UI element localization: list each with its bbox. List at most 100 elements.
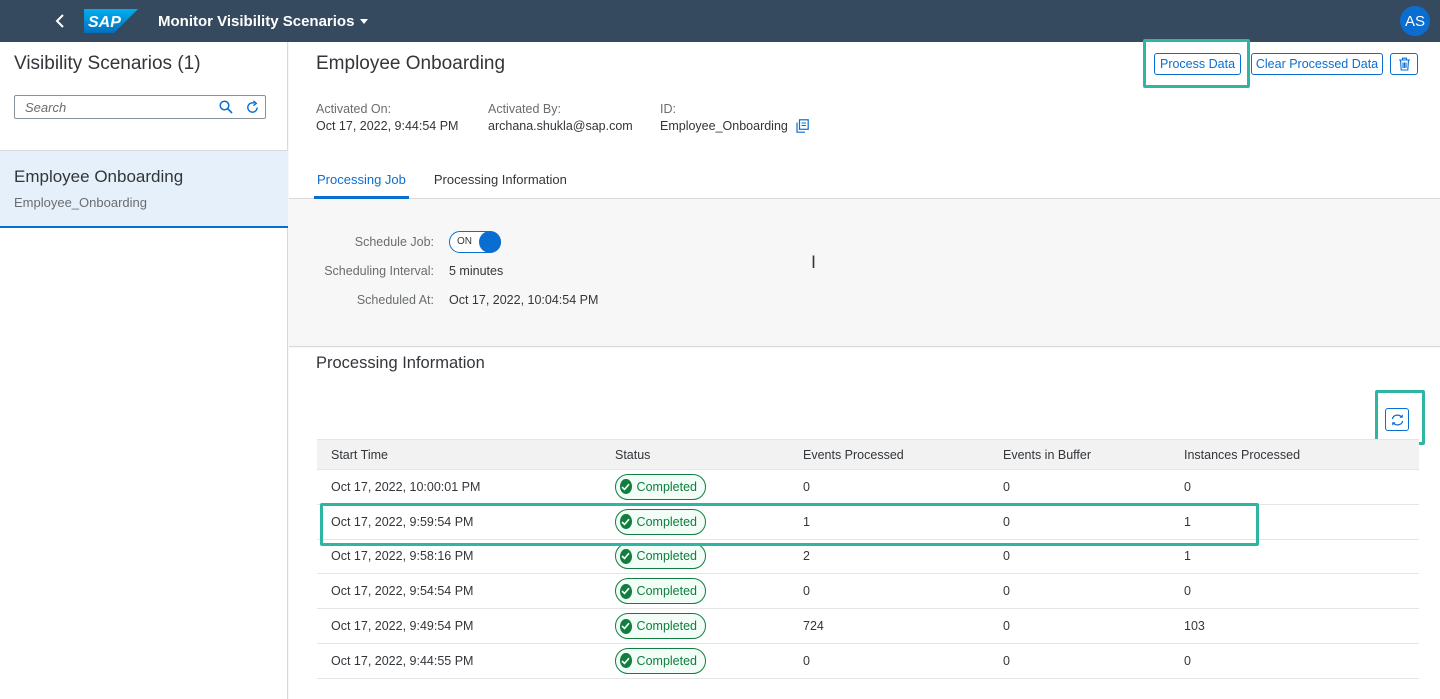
cell-instances-processed: 1 xyxy=(1184,514,1191,529)
switch-handle xyxy=(479,231,501,253)
refresh-table-button[interactable] xyxy=(1385,408,1409,431)
scheduling-interval-label: Scheduling Interval: xyxy=(324,264,434,278)
cell-events-processed: 2 xyxy=(803,549,810,564)
sap-logo[interactable]: SAP xyxy=(84,9,138,33)
check-circle-icon xyxy=(620,479,632,495)
activated-on-label: Activated On: xyxy=(316,102,392,116)
table-row[interactable]: Oct 17, 2022, 9:44:55 PM Completed 0 0 0 xyxy=(317,643,1419,679)
scheduled-at-value: Oct 17, 2022, 10:04:54 PM xyxy=(449,293,599,307)
chevron-left-icon xyxy=(55,14,64,28)
cell-instances-processed: 0 xyxy=(1184,479,1191,494)
search-field xyxy=(14,95,266,119)
cell-events-in-buffer: 0 xyxy=(1003,514,1010,529)
id-label: ID: xyxy=(660,102,676,116)
cell-instances-processed: 0 xyxy=(1184,584,1191,599)
activated-on-value: Oct 17, 2022, 9:44:54 PM xyxy=(316,119,459,133)
cell-events-in-buffer: 0 xyxy=(1003,619,1010,634)
check-circle-icon xyxy=(620,514,632,530)
cell-status: Completed xyxy=(615,613,803,640)
status-badge: Completed xyxy=(615,508,706,535)
table-row[interactable]: Oct 17, 2022, 9:58:16 PM Completed 2 0 1 xyxy=(317,539,1419,575)
table-row[interactable]: Oct 17, 2022, 9:59:54 PM Completed 1 0 1 xyxy=(317,504,1419,540)
cell-instances-processed: 103 xyxy=(1184,619,1205,634)
tab-processing-job[interactable]: Processing Job xyxy=(314,172,409,199)
check-circle-icon xyxy=(620,583,632,599)
status-badge: Completed xyxy=(615,543,706,570)
processing-information-section: Processing Information Start Time Status… xyxy=(289,348,1440,699)
column-events-in-buffer[interactable]: Events in Buffer xyxy=(1003,448,1184,462)
trash-icon xyxy=(1398,57,1410,71)
cell-start-time: Oct 17, 2022, 9:44:55 PM xyxy=(331,653,474,668)
schedule-job-switch[interactable]: ON xyxy=(449,231,501,253)
cell-events-in-buffer: 0 xyxy=(1003,653,1010,668)
id-value-row: Employee_Onboarding xyxy=(660,119,809,133)
clear-processed-data-button[interactable]: Clear Processed Data xyxy=(1251,53,1383,75)
status-text: Completed xyxy=(636,653,697,668)
search-icon[interactable] xyxy=(213,96,239,118)
check-circle-icon xyxy=(620,618,632,634)
processing-table: Start Time Status Events Processed Event… xyxy=(317,439,1419,679)
app-title-menu[interactable]: Monitor Visibility Scenarios xyxy=(158,13,369,30)
processing-job-section: Schedule Job: ON Scheduling Interval: 5 … xyxy=(289,200,1440,347)
table-row[interactable]: Oct 17, 2022, 9:49:54 PM Completed 724 0… xyxy=(317,609,1419,644)
activated-by: Activated By: archana.shukla@sap.com xyxy=(488,102,633,133)
column-events-processed[interactable]: Events Processed xyxy=(803,448,1003,462)
text-cursor-icon: I xyxy=(811,253,817,273)
cell-status: Completed xyxy=(615,578,803,605)
scheduled-at-row: Scheduled At: Oct 17, 2022, 10:04:54 PM xyxy=(289,289,709,311)
delete-button[interactable] xyxy=(1390,53,1418,75)
cell-instances-processed: 0 xyxy=(1184,653,1191,668)
cell-start-time: Oct 17, 2022, 9:49:54 PM xyxy=(331,619,474,634)
cell-events-processed: 0 xyxy=(803,479,810,494)
switch-state-text: ON xyxy=(457,236,472,247)
activated-by-value: archana.shukla@sap.com xyxy=(488,119,633,133)
copy-icon[interactable] xyxy=(796,119,809,133)
activated-by-label: Activated By: xyxy=(488,102,561,116)
cell-status: Completed xyxy=(615,647,803,674)
cell-events-processed: 1 xyxy=(803,514,810,529)
status-text: Completed xyxy=(636,619,697,634)
back-button[interactable] xyxy=(42,3,78,39)
column-instances-processed[interactable]: Instances Processed xyxy=(1184,448,1419,462)
caret-down-icon xyxy=(360,18,369,24)
status-badge: Completed xyxy=(615,578,706,605)
tab-processing-information[interactable]: Processing Information xyxy=(431,172,570,199)
id-value: Employee_Onboarding xyxy=(660,119,788,133)
list-item-employee-onboarding[interactable]: Employee Onboarding Employee_Onboarding xyxy=(0,150,288,228)
cell-start-time: Oct 17, 2022, 9:59:54 PM xyxy=(331,514,474,529)
column-start-time[interactable]: Start Time xyxy=(317,448,615,462)
section-title: Processing Information xyxy=(316,354,485,372)
list-item-title: Employee Onboarding xyxy=(14,167,184,186)
status-badge: Completed xyxy=(615,473,706,500)
cell-start-time: Oct 17, 2022, 10:00:01 PM xyxy=(331,479,481,494)
refresh-icon[interactable] xyxy=(239,96,265,118)
table-header: Start Time Status Events Processed Event… xyxy=(317,439,1419,470)
cell-start-time: Oct 17, 2022, 9:58:16 PM xyxy=(331,549,474,564)
list-item-subtitle: Employee_Onboarding xyxy=(14,195,147,210)
status-text: Completed xyxy=(636,549,697,564)
status-badge: Completed xyxy=(615,647,706,674)
table-row[interactable]: Oct 17, 2022, 9:54:54 PM Completed 0 0 0 xyxy=(317,574,1419,610)
search-input[interactable] xyxy=(25,97,213,117)
cell-status: Completed xyxy=(615,543,803,570)
cell-events-in-buffer: 0 xyxy=(1003,584,1010,599)
table-row[interactable]: Oct 17, 2022, 10:00:01 PM Completed 0 0 … xyxy=(317,470,1419,505)
process-data-button[interactable]: Process Data xyxy=(1154,53,1241,75)
user-avatar[interactable]: AS xyxy=(1400,6,1430,36)
master-pane: Visibility Scenarios (1) Employee Onboar… xyxy=(0,42,288,699)
cell-events-in-buffer: 0 xyxy=(1003,549,1010,564)
scheduling-interval-row: Scheduling Interval: 5 minutes xyxy=(289,260,709,282)
check-circle-icon xyxy=(620,548,632,564)
tab-bar: Processing Job Processing Information xyxy=(314,172,592,199)
refresh-icon xyxy=(1391,414,1403,425)
column-status[interactable]: Status xyxy=(615,448,803,462)
cell-status: Completed xyxy=(615,473,803,500)
schedule-job-row: Schedule Job: ON xyxy=(289,231,709,253)
logo-text: SAP xyxy=(88,14,121,31)
cell-events-in-buffer: 0 xyxy=(1003,479,1010,494)
shell-bar: SAP Monitor Visibility Scenarios AS xyxy=(0,0,1440,42)
activated-on: Activated On: Oct 17, 2022, 9:44:54 PM xyxy=(316,102,458,133)
status-text: Completed xyxy=(636,479,697,494)
object-title: Employee Onboarding xyxy=(316,53,506,74)
master-title: Visibility Scenarios (1) xyxy=(14,53,201,74)
